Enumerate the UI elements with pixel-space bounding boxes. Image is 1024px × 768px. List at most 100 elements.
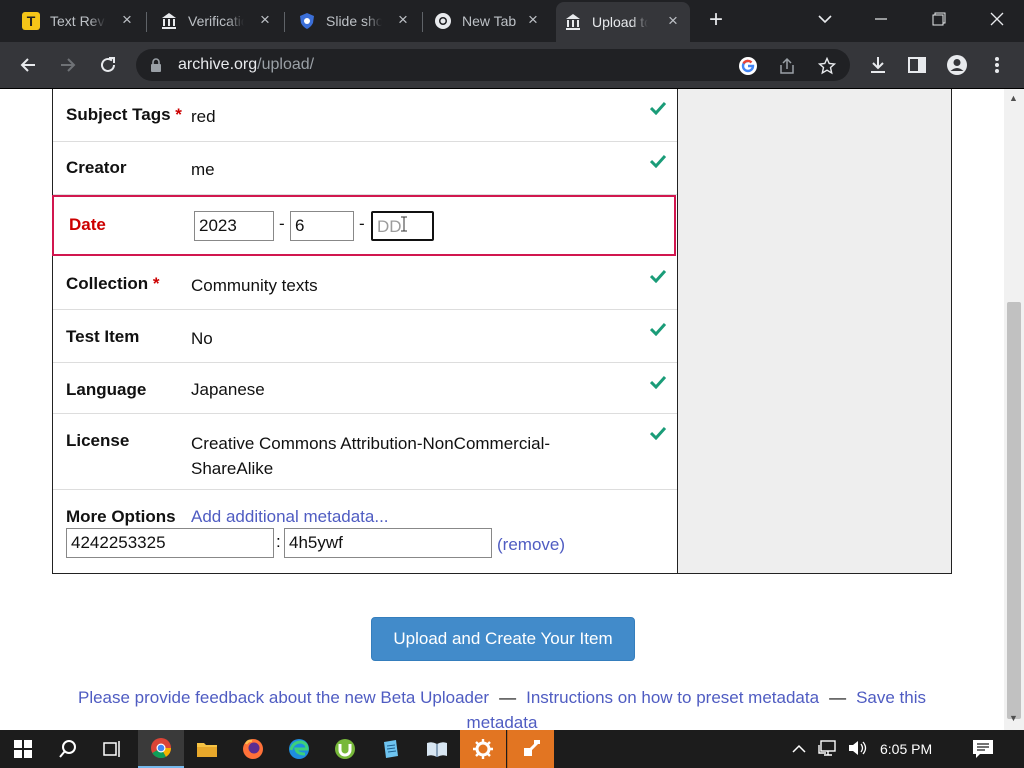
svg-text:T: T: [27, 13, 36, 29]
required-asterisk: *: [152, 274, 160, 293]
row-date: Date 2023 - 6 - DD: [52, 195, 676, 256]
tab-slide-show[interactable]: Slide show ×: [290, 6, 420, 36]
license-line-2: ShareAlike: [191, 459, 274, 478]
firefox-icon[interactable]: [230, 730, 276, 768]
minimize-icon[interactable]: [864, 6, 898, 32]
share-icon[interactable]: [776, 55, 798, 77]
tab-search-chevron-icon[interactable]: [808, 6, 842, 32]
check-icon: [649, 101, 667, 120]
upload-create-button[interactable]: Upload and Create Your Item: [371, 617, 635, 661]
instructions-link[interactable]: Instructions on how to preset metadata: [526, 688, 819, 707]
close-tab-icon[interactable]: ×: [524, 11, 542, 29]
add-metadata-link[interactable]: Add additional metadata...: [191, 507, 389, 527]
feedback-link[interactable]: Please provide feedback about the new Be…: [78, 688, 489, 707]
license-label: License: [66, 431, 130, 450]
field-label: Subject Tags *: [66, 105, 182, 125]
test-item-value[interactable]: No: [191, 329, 213, 349]
metadata-key-input[interactable]: 4242253325: [66, 528, 274, 558]
tab-upload-active[interactable]: Upload to Internet Archive ×: [556, 2, 690, 42]
task-view-icon[interactable]: [90, 730, 136, 768]
tab-title: Text Review: [50, 13, 106, 29]
collection-value[interactable]: Community texts: [191, 276, 318, 296]
close-tab-icon[interactable]: ×: [256, 11, 274, 29]
row-language[interactable]: Language Japanese: [53, 363, 677, 414]
profile-avatar-icon[interactable]: [943, 51, 971, 79]
check-icon: [649, 375, 667, 394]
date-label: Date: [69, 215, 106, 234]
book-icon[interactable]: [414, 730, 460, 768]
field-label: Collection *: [66, 274, 160, 294]
notepad-icon[interactable]: [368, 730, 414, 768]
tab-verification[interactable]: Verification ×: [152, 6, 282, 36]
row-test-item[interactable]: Test Item No: [53, 310, 677, 363]
scrollbar-thumb[interactable]: [1007, 302, 1021, 719]
close-window-icon[interactable]: [980, 6, 1014, 32]
volume-icon[interactable]: [848, 740, 868, 759]
close-tab-icon[interactable]: ×: [664, 12, 682, 30]
notifications-icon[interactable]: [972, 730, 994, 768]
reload-icon[interactable]: [94, 51, 122, 79]
language-value[interactable]: Japanese: [191, 380, 265, 400]
clock-time[interactable]: 6:05 PM: [880, 741, 932, 757]
side-panel: [677, 89, 951, 573]
subject-tags-value[interactable]: red: [191, 107, 216, 127]
windows-start-icon[interactable]: [0, 730, 46, 768]
creator-label: Creator: [66, 158, 127, 177]
edge-icon[interactable]: [276, 730, 322, 768]
key-value-colon: :: [276, 532, 281, 551]
row-license[interactable]: License Creative Commons Attribution-Non…: [53, 414, 677, 490]
metadata-value-input[interactable]: 4h5ywf: [284, 528, 492, 558]
date-month-input[interactable]: 6: [290, 211, 354, 241]
date-separator: -: [279, 214, 285, 233]
utorrent-icon[interactable]: [322, 730, 368, 768]
restore-icon[interactable]: [922, 6, 956, 32]
scroll-down-arrow-icon[interactable]: ▼: [1009, 713, 1018, 723]
tab-divider: [422, 12, 423, 32]
tray-chevron-up-icon[interactable]: [792, 741, 806, 757]
date-separator: -: [359, 214, 365, 233]
check-icon: [649, 269, 667, 288]
chrome-icon[interactable]: [138, 730, 184, 768]
system-tray: 6:05 PM: [792, 730, 932, 768]
language-label: Language: [66, 380, 147, 399]
page-content: Subject Tags * red Creator me Date 2023 …: [0, 89, 1004, 730]
url-path: /upload/: [257, 56, 315, 73]
row-creator[interactable]: Creator me: [53, 142, 677, 195]
bookmark-star-icon[interactable]: [816, 55, 838, 77]
file-explorer-icon[interactable]: [184, 730, 230, 768]
collection-label: Collection: [66, 274, 149, 293]
footer-separator: —: [829, 688, 847, 707]
tab-title: New Tab: [462, 13, 517, 29]
more-options-label: More Options: [66, 507, 176, 526]
footer-separator: —: [499, 688, 517, 707]
network-icon[interactable]: [818, 739, 838, 759]
windows-taskbar: 6:05 PM: [0, 730, 1024, 768]
address-bar[interactable]: archive.org/upload/: [136, 49, 850, 81]
date-year-input[interactable]: 2023: [194, 211, 274, 241]
close-tab-icon[interactable]: ×: [118, 11, 136, 29]
page-scrollbar[interactable]: ▲ ▼: [1004, 89, 1024, 730]
tab-new-tab[interactable]: New Tab ×: [426, 6, 550, 36]
settings-icon[interactable]: [460, 730, 506, 768]
menu-kebab-icon[interactable]: [983, 51, 1011, 79]
remove-metadata-link[interactable]: (remove): [497, 535, 565, 555]
side-panel-icon[interactable]: [903, 51, 931, 79]
search-icon[interactable]: [45, 730, 91, 768]
creator-value[interactable]: me: [191, 160, 215, 180]
row-subject-tags[interactable]: Subject Tags * red: [53, 89, 677, 142]
check-icon: [649, 426, 667, 445]
close-tab-icon[interactable]: ×: [394, 11, 412, 29]
download-icon[interactable]: [864, 51, 892, 79]
tab-text-review[interactable]: T Text Review ×: [14, 6, 144, 36]
library-icon: [564, 13, 582, 31]
forward-arrow-icon[interactable]: [54, 51, 82, 79]
url-host: archive.org: [178, 56, 258, 73]
new-tab-button[interactable]: +: [703, 8, 729, 34]
editor-icon[interactable]: [507, 730, 554, 768]
back-arrow-icon[interactable]: [14, 51, 42, 79]
license-value[interactable]: Creative Commons Attribution-NonCommerci…: [191, 431, 550, 481]
chrome-icon: [434, 12, 452, 30]
scroll-up-arrow-icon[interactable]: ▲: [1009, 93, 1018, 103]
google-icon[interactable]: [737, 55, 759, 77]
row-collection[interactable]: Collection * Community texts: [53, 257, 677, 310]
